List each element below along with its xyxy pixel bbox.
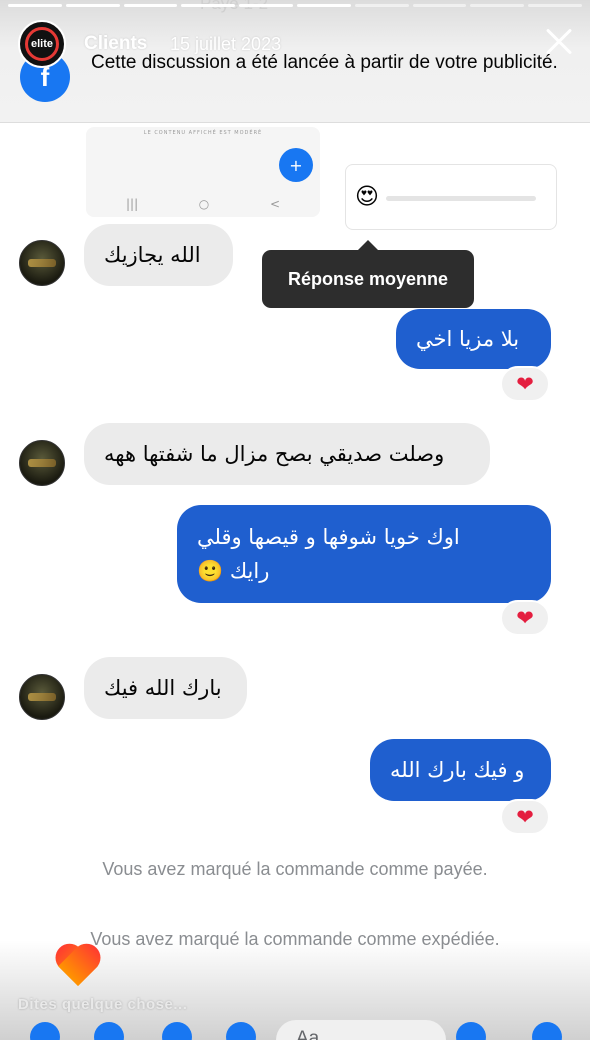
- back-icon: <: [269, 197, 280, 211]
- story-avatar-logo: elite: [25, 27, 59, 61]
- menu-dots-icon[interactable]: [30, 1022, 60, 1040]
- sender-avatar[interactable]: [19, 674, 65, 720]
- message-bubble-incoming[interactable]: وصلت صديقي بصح مزال ما شفتها ههه: [84, 423, 490, 485]
- emoji-icon[interactable]: [456, 1022, 486, 1040]
- story-progress-segment: [528, 4, 582, 7]
- heart-reaction-icon[interactable]: ❤: [500, 600, 550, 636]
- message-composer: Aa: [0, 1018, 590, 1040]
- story-progress-segment: [8, 4, 62, 7]
- story-progress-segment: [181, 4, 236, 7]
- preview-hint: LE CONTENU AFFICHÉ EST MODÉRÉ: [143, 130, 263, 136]
- story-progress-segment: [65, 4, 120, 7]
- message-line: اوك خويا شوفها و قيصها وقلي: [197, 525, 460, 549]
- story-username[interactable]: Clients: [84, 33, 147, 55]
- story-date: 15 juillet 2023: [170, 34, 282, 54]
- gallery-icon[interactable]: [162, 1022, 192, 1040]
- story-like-heart-icon[interactable]: [52, 944, 104, 992]
- ad-origin-banner: Cette discussion a été lancée à partir d…: [91, 52, 558, 73]
- message-line: رايك 🙂: [197, 559, 270, 583]
- message-input[interactable]: Aa: [276, 1020, 446, 1040]
- rating-tooltip: Réponse moyenne: [262, 240, 474, 308]
- story-top-status: Payé 1-2: [200, 0, 268, 14]
- camera-icon[interactable]: [94, 1022, 124, 1040]
- message-bubble-outgoing[interactable]: بلا مزيا اخي: [396, 309, 551, 369]
- close-icon[interactable]: [540, 24, 576, 60]
- story-progress-segment: [470, 4, 525, 7]
- conversation-header: Payé 1-2 f Cette discussion a été lancée…: [0, 0, 590, 123]
- system-message-paid: Vous avez marqué la commande comme payée…: [102, 859, 488, 879]
- message-bubble-outgoing[interactable]: و فيك بارك الله: [370, 739, 551, 801]
- home-icon: ○: [198, 197, 210, 211]
- story-progress-segment: [354, 4, 409, 7]
- preview-nav-bar: ||| ○ <: [126, 197, 280, 211]
- rating-bar: [386, 196, 536, 201]
- heart-eyes-emoji-icon: 😍: [355, 184, 379, 210]
- heart-reaction-icon[interactable]: ❤: [500, 366, 550, 402]
- story-progress-segment: [412, 4, 467, 7]
- sender-avatar[interactable]: [19, 440, 65, 486]
- ad-preview-card[interactable]: LE CONTENU AFFICHÉ EST MODÉRÉ + ||| ○ <: [86, 127, 320, 217]
- story-progress-segment: [239, 4, 293, 7]
- thumbs-up-icon[interactable]: [532, 1022, 562, 1040]
- story-progress-segment: [123, 4, 178, 7]
- heart-reaction-icon[interactable]: ❤: [500, 799, 550, 835]
- sender-avatar[interactable]: [19, 240, 65, 286]
- story-avatar[interactable]: elite: [18, 20, 66, 68]
- add-person-icon[interactable]: +: [279, 148, 313, 182]
- story-progress-bar: [8, 4, 582, 7]
- rating-card[interactable]: 😍: [345, 164, 557, 230]
- microphone-icon[interactable]: [226, 1022, 256, 1040]
- message-bubble-outgoing[interactable]: اوك خويا شوفها و قيصها وقلي رايك 🙂: [177, 505, 551, 603]
- recent-apps-icon: |||: [126, 197, 139, 211]
- story-reply-input[interactable]: Dites quelque chose...: [18, 996, 187, 1013]
- message-bubble-incoming[interactable]: الله يجازيك: [84, 224, 233, 286]
- message-bubble-incoming[interactable]: بارك الله فيك: [84, 657, 247, 719]
- story-progress-segment: [296, 4, 351, 7]
